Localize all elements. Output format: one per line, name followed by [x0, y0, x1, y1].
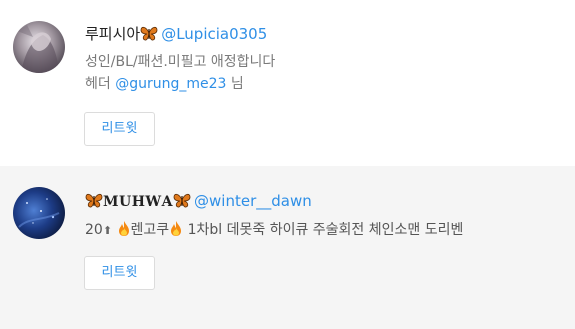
butterfly-icon — [173, 193, 191, 208]
butterfly-icon — [140, 26, 158, 41]
bio-text: 렌고쿠 — [130, 222, 170, 238]
display-name[interactable]: 𝐌𝐔𝐇𝐖𝐀 — [103, 194, 173, 210]
user-card: 𝐌𝐔𝐇𝐖𝐀 @winter__dawn 20⬆ 렌고쿠 1차bl 데못죽 하이큐… — [0, 166, 575, 329]
retweet-button[interactable]: 리트윗 — [84, 112, 155, 146]
butterfly-icon — [85, 193, 103, 208]
avatar-image — [13, 21, 65, 73]
bio-text: 20 — [85, 222, 103, 238]
avatar[interactable] — [13, 21, 65, 73]
retweet-button[interactable]: 리트윗 — [84, 256, 155, 290]
bio-line: 성인/BL/패션.미필고 애정합니다 — [85, 54, 276, 70]
fire-icon — [118, 221, 129, 236]
bio-text: 1차bl 데못죽 하이큐 주술회전 체인소맨 도리벤 — [187, 222, 464, 238]
arrow-up-icon: ⬆ — [102, 224, 113, 237]
bio-text: 님 — [226, 76, 244, 92]
name-row: 𝐌𝐔𝐇𝐖𝐀 @winter__dawn — [85, 190, 555, 213]
bio: 20⬆ 렌고쿠 1차bl 데못죽 하이큐 주술회전 체인소맨 도리벤 — [85, 219, 555, 242]
name-row: 루피시아 @Lupicia0305 — [85, 23, 555, 45]
display-name[interactable]: 루피시아 — [85, 25, 140, 43]
avatar-image — [13, 187, 65, 239]
user-card: 루피시아 @Lupicia0305 성인/BL/패션.미필고 애정합니다 헤더 … — [0, 0, 575, 166]
mention-link[interactable]: @gurung_me23 — [115, 76, 226, 92]
user-info: 루피시아 @Lupicia0305 성인/BL/패션.미필고 애정합니다 헤더 … — [85, 23, 555, 95]
bio: 성인/BL/패션.미필고 애정합니다 헤더 @gurung_me23 님 — [85, 51, 555, 95]
user-handle[interactable]: @winter__dawn — [194, 192, 312, 210]
user-info: 𝐌𝐔𝐇𝐖𝐀 @winter__dawn 20⬆ 렌고쿠 1차bl 데못죽 하이큐… — [85, 190, 555, 242]
avatar[interactable] — [13, 187, 65, 239]
user-handle[interactable]: @Lupicia0305 — [161, 25, 267, 43]
user-feed: 루피시아 @Lupicia0305 성인/BL/패션.미필고 애정합니다 헤더 … — [0, 0, 575, 329]
bio-line: 헤더 @gurung_me23 님 — [85, 73, 555, 95]
fire-icon — [171, 221, 182, 236]
bio-text: 헤더 — [85, 76, 116, 92]
